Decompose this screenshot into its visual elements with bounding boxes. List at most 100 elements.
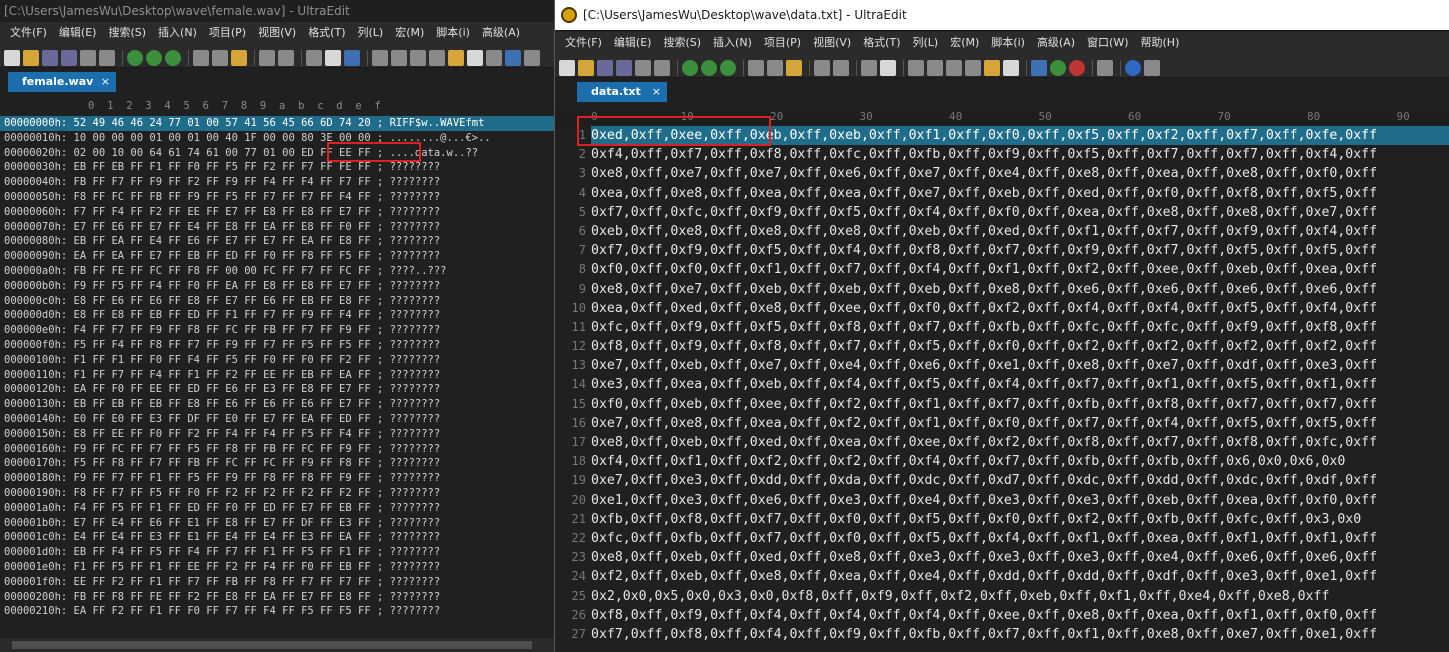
text-line[interactable]: 0xf2,0xff,0xeb,0xff,0xe8,0xff,0xea,0xff,… — [591, 567, 1449, 586]
menu-advanced[interactable]: 高级(A) — [1031, 32, 1081, 54]
undo-icon[interactable] — [259, 49, 275, 66]
text-line[interactable]: 0xf7,0xff,0xf8,0xff,0xf4,0xff,0xf9,0xff,… — [591, 625, 1449, 644]
save-icon[interactable] — [42, 49, 58, 66]
find-icon[interactable] — [372, 49, 388, 66]
text-line[interactable]: 0xea,0xff,0xed,0xff,0xe8,0xff,0xee,0xff,… — [591, 299, 1449, 318]
hex-row[interactable]: 00000210h: EA FF F2 FF F1 FF F0 FF F7 FF… — [0, 604, 556, 619]
hex-row[interactable]: 00000000h: 52 49 46 46 24 77 01 00 57 41… — [0, 116, 556, 131]
text-line[interactable]: 0xf8,0xff,0xf9,0xff,0xf8,0xff,0xf7,0xff,… — [591, 337, 1449, 356]
hex-row[interactable]: 00000160h: F9 FF FC FF F7 FF F5 FF F8 FF… — [0, 442, 556, 457]
menu-macro[interactable]: 宏(M) — [944, 32, 985, 54]
hex-rows[interactable]: 00000000h: 52 49 46 46 24 77 01 00 57 41… — [0, 116, 556, 619]
hex-mode-icon[interactable] — [344, 49, 360, 66]
text-line[interactable]: 0xe7,0xff,0xe8,0xff,0xea,0xff,0xf2,0xff,… — [591, 414, 1449, 433]
copy-icon[interactable] — [767, 59, 783, 76]
new-file-icon[interactable] — [559, 59, 575, 76]
hex-row[interactable]: 000001c0h: E4 FF E4 FF E3 FF E1 FF E4 FF… — [0, 530, 556, 545]
text-line[interactable]: 0xf0,0xff,0xf0,0xff,0xf1,0xff,0xf7,0xff,… — [591, 260, 1449, 279]
redo-icon[interactable] — [278, 49, 294, 66]
hex-row[interactable]: 000000b0h: F9 FF F5 FF F4 FF F0 FF EA FF… — [0, 279, 556, 294]
close-icon[interactable]: × — [101, 72, 110, 92]
hex-row[interactable]: 00000040h: FB FF F7 FF F9 FF F2 FF F9 FF… — [0, 175, 556, 190]
word-wrap-icon[interactable] — [325, 49, 341, 66]
print-icon[interactable] — [635, 59, 651, 76]
text-line[interactable]: 0xe3,0xff,0xea,0xff,0xeb,0xff,0xf4,0xff,… — [591, 375, 1449, 394]
hex-row[interactable]: 00000080h: EB FF EA FF E4 FF E6 FF E7 FF… — [0, 234, 556, 249]
hex-row[interactable]: 00000070h: E7 FF E6 FF E7 FF E4 FF E8 FF… — [0, 220, 556, 235]
scrollbar-thumb[interactable] — [12, 641, 532, 649]
column-mode-icon[interactable] — [861, 59, 877, 76]
cut-icon[interactable] — [748, 59, 764, 76]
find-in-files-icon[interactable] — [429, 49, 445, 66]
open-folder-icon[interactable] — [578, 59, 594, 76]
hex-row[interactable]: 00000010h: 10 00 00 00 01 00 01 00 40 1F… — [0, 131, 556, 146]
text-line[interactable]: 0xf7,0xff,0xfc,0xff,0xf9,0xff,0xf5,0xff,… — [591, 203, 1449, 222]
menu-file[interactable]: 文件(F) — [4, 22, 53, 44]
text-line[interactable]: 0xea,0xff,0xe8,0xff,0xea,0xff,0xea,0xff,… — [591, 184, 1449, 203]
hex-row[interactable]: 00000110h: F1 FF F7 FF F4 FF F1 FF F2 FF… — [0, 368, 556, 383]
back-icon[interactable] — [127, 49, 143, 66]
menu-edit[interactable]: 编辑(E) — [608, 32, 658, 54]
save-all-icon[interactable] — [61, 49, 77, 66]
hex-row[interactable]: 000000e0h: F4 FF F7 FF F9 FF F8 FF FC FF… — [0, 323, 556, 338]
menu-insert[interactable]: 插入(N) — [707, 32, 758, 54]
find-next-icon[interactable] — [927, 59, 943, 76]
menu-advanced[interactable]: 高级(A) — [476, 22, 526, 44]
document-icon[interactable] — [1003, 59, 1019, 76]
menu-format[interactable]: 格式(T) — [857, 32, 906, 54]
text-line[interactable]: 0xf0,0xff,0xeb,0xff,0xee,0xff,0xf2,0xff,… — [591, 395, 1449, 414]
function-list-icon[interactable] — [505, 49, 521, 66]
spellcheck-icon[interactable] — [1050, 59, 1066, 76]
menu-help[interactable]: 帮助(H) — [1135, 32, 1186, 54]
save-icon[interactable] — [597, 59, 613, 76]
hex-row[interactable]: 00000090h: EA FF EA FF E7 FF EB FF ED FF… — [0, 249, 556, 264]
text-line[interactable]: 0xf4,0xff,0xf7,0xff,0xf8,0xff,0xfc,0xff,… — [591, 145, 1449, 164]
text-line[interactable]: 0xf7,0xff,0xf9,0xff,0xf5,0xff,0xf4,0xff,… — [591, 241, 1449, 260]
text-line[interactable]: 0xe8,0xff,0xeb,0xff,0xed,0xff,0xea,0xff,… — [591, 433, 1449, 452]
menu-macro[interactable]: 宏(M) — [389, 22, 430, 44]
text-lines[interactable]: 0xed,0xff,0xee,0xff,0xeb,0xff,0xeb,0xff,… — [591, 126, 1449, 644]
hex-row[interactable]: 00000180h: F9 FF F7 FF F1 FF F5 FF F9 FF… — [0, 471, 556, 486]
text-line[interactable]: 0xe1,0xff,0xe3,0xff,0xe6,0xff,0xe3,0xff,… — [591, 491, 1449, 510]
menu-column[interactable]: 列(L) — [907, 32, 945, 54]
hex-row[interactable]: 000001e0h: F1 FF F5 FF F1 FF EE FF F2 FF… — [0, 560, 556, 575]
menu-file[interactable]: 文件(F) — [559, 32, 608, 54]
forward-icon[interactable] — [701, 59, 717, 76]
settings-icon[interactable] — [486, 49, 502, 66]
hex-row[interactable]: 00000100h: F1 FF F1 FF F0 FF F4 FF F5 FF… — [0, 353, 556, 368]
cut-icon[interactable] — [193, 49, 209, 66]
text-line[interactable]: 0xf8,0xff,0xf9,0xff,0xf4,0xff,0xf4,0xff,… — [591, 606, 1449, 625]
menu-view[interactable]: 视图(V) — [807, 32, 857, 54]
text-line[interactable]: 0xfc,0xff,0xfb,0xff,0xf7,0xff,0xf0,0xff,… — [591, 529, 1449, 548]
hex-row[interactable]: 00000200h: FB FF F8 FF FE FF F2 FF E8 FF… — [0, 590, 556, 605]
hex-row[interactable]: 000001d0h: EB FF F4 FF F5 FF F4 FF F7 FF… — [0, 545, 556, 560]
paste-icon[interactable] — [786, 59, 802, 76]
text-line[interactable]: 0xf4,0xff,0xf1,0xff,0xf2,0xff,0xf2,0xff,… — [591, 452, 1449, 471]
column-mode-icon[interactable] — [306, 49, 322, 66]
forward-icon[interactable] — [146, 49, 162, 66]
hex-row[interactable]: 00000140h: E0 FF E0 FF E3 FF DF FF E0 FF… — [0, 412, 556, 427]
menu-column[interactable]: 列(L) — [352, 22, 390, 44]
menu-project[interactable]: 项目(P) — [203, 22, 252, 44]
print-preview-icon[interactable] — [654, 59, 670, 76]
hex-row[interactable]: 000000d0h: E8 FF E8 FF EB FF ED FF F1 FF… — [0, 308, 556, 323]
text-line[interactable]: 0xe7,0xff,0xeb,0xff,0xe7,0xff,0xe4,0xff,… — [591, 356, 1449, 375]
menu-search[interactable]: 搜索(S) — [657, 32, 707, 54]
horizontal-scrollbar[interactable] — [0, 638, 556, 652]
goto-icon[interactable] — [720, 59, 736, 76]
hex-row[interactable]: 00000020h: 02 00 10 00 64 61 74 61 00 77… — [0, 146, 556, 161]
toolbar-overflow-icon[interactable] — [1144, 59, 1160, 76]
hex-row[interactable]: 00000150h: E8 FF EE FF F0 FF F2 FF F4 FF… — [0, 427, 556, 442]
text-line[interactable]: 0xe8,0xff,0xe7,0xff,0xeb,0xff,0xeb,0xff,… — [591, 280, 1449, 299]
text-line[interactable]: 0xe8,0xff,0xe7,0xff,0xe7,0xff,0xe6,0xff,… — [591, 164, 1449, 183]
hex-row[interactable]: 00000170h: F5 FF F8 FF F7 FF FB FF FC FF… — [0, 456, 556, 471]
html-check-icon[interactable] — [1069, 59, 1085, 76]
tab-data-txt[interactable]: data.txt × — [577, 82, 667, 102]
menu-window[interactable]: 窗口(W) — [1081, 32, 1134, 54]
menu-project[interactable]: 项目(P) — [758, 32, 807, 54]
text-line[interactable]: 0xfb,0xff,0xf8,0xff,0xf7,0xff,0xf0,0xff,… — [591, 510, 1449, 529]
bookmark-icon[interactable] — [984, 59, 1000, 76]
print-preview-icon[interactable] — [99, 49, 115, 66]
print-icon[interactable] — [80, 49, 96, 66]
help-icon[interactable] — [1125, 59, 1141, 76]
